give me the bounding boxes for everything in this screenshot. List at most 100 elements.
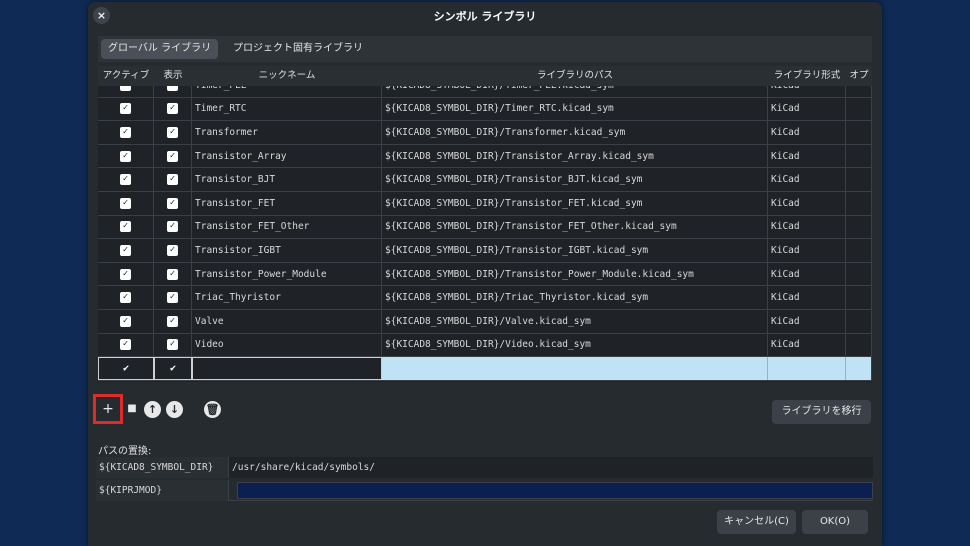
active-cell[interactable]: ✓ <box>98 286 154 309</box>
visible-checkbox[interactable]: ✓ <box>167 150 178 162</box>
cancel-button[interactable]: キャンセル(C) <box>717 510 796 534</box>
table-row[interactable]: ✓ ✓ Transistor_Array ${KICAD8_SYMBOL_DIR}/T… <box>98 144 872 169</box>
active-checkbox[interactable]: ✓ <box>120 268 131 280</box>
nickname-cell[interactable] <box>192 357 382 380</box>
options-cell[interactable] <box>846 357 872 380</box>
visible-checkbox[interactable]: ✓ <box>167 339 178 351</box>
path-cell[interactable]: ${KICAD8_SYMBOL_DIR}/Transistor_Array.ki… <box>382 144 768 168</box>
table-row[interactable]: ✓ ✓ Transistor_BJT ${KICAD8_SYMBOL_DIR}/Tra… <box>98 168 872 192</box>
migrate-libraries-button[interactable]: ライブラリを移行 <box>772 400 871 424</box>
nickname-cell[interactable]: Transistor_Power_Module <box>192 262 382 286</box>
active-cell[interactable]: ✓ <box>98 168 154 191</box>
format-cell[interactable]: KiCad <box>768 239 846 262</box>
visible-cell[interactable]: ✓ <box>154 333 192 357</box>
table-row[interactable]: ✓ ✓ Timer_RTC ${KICAD8_SYMBOL_DIR}/Timer_RT… <box>98 97 872 122</box>
ok-button[interactable]: OK(O) <box>802 510 868 534</box>
path-cell[interactable]: ${KICAD8_SYMBOL_DIR}/Timer_RTC.kicad_sym <box>382 97 768 121</box>
active-cell[interactable]: ✓ <box>98 310 154 333</box>
table-row[interactable]: ✓ ✓ Transformer ${KICAD8_SYMBOL_DIR}/Transf… <box>98 121 872 145</box>
visible-checkbox[interactable]: ✓ <box>167 268 178 280</box>
format-cell[interactable]: KiCad <box>768 286 846 309</box>
active-checkbox[interactable]: ✓ <box>120 86 131 91</box>
nickname-cell[interactable]: Valve <box>192 310 382 333</box>
visible-checkbox[interactable]: ✓ <box>167 292 178 304</box>
table-row[interactable]: ✓ ✓ Transistor_IGBT ${KICAD8_SYMBOL_DIR}/Tr… <box>98 239 872 263</box>
browse-folder-button[interactable]: ■ <box>121 398 143 420</box>
visible-cell[interactable]: ✓ <box>154 286 192 309</box>
path-variable-value[interactable]: /usr/share/kicad/symbols/ <box>229 457 873 478</box>
active-checkbox[interactable]: ✓ <box>120 150 131 162</box>
table-row[interactable]: ✓ ✓ Transistor_Power_Module ${KICAD8_SYMBOL… <box>98 262 872 287</box>
path-variable-value[interactable] <box>237 482 873 499</box>
column-header-active[interactable]: アクティブ <box>98 66 154 86</box>
visible-cell[interactable]: ✓ <box>154 86 192 97</box>
visible-checkbox[interactable]: ✓ <box>167 126 178 138</box>
tab-global-libraries[interactable]: グローバル ライブラリ <box>101 39 219 59</box>
options-cell[interactable] <box>846 121 872 144</box>
active-cell[interactable]: ✓ <box>98 262 154 286</box>
format-cell[interactable]: KiCad <box>768 168 846 191</box>
path-cell[interactable] <box>382 357 768 380</box>
active-checkbox[interactable]: ✓ <box>120 244 131 256</box>
options-cell[interactable] <box>846 215 872 239</box>
add-library-button[interactable]: + <box>93 394 123 424</box>
active-cell[interactable]: ✓ <box>98 121 154 144</box>
visible-cell[interactable]: ✓ <box>154 262 192 286</box>
options-cell[interactable] <box>846 286 872 309</box>
nickname-cell[interactable]: Transistor_Array <box>192 144 382 168</box>
active-cell[interactable]: ✓ <box>98 144 154 168</box>
visible-cell[interactable]: ✓ <box>154 239 192 262</box>
table-row[interactable]: ✓ ✓ Transistor_FET_Other ${KICAD8_SYMBOL_DI… <box>98 215 872 240</box>
options-cell[interactable] <box>846 144 872 168</box>
tab-project-libraries[interactable]: プロジェクト固有ライブラリ <box>226 39 370 59</box>
active-checkbox[interactable]: ✓ <box>120 315 131 327</box>
active-cell[interactable]: ✓ <box>98 192 154 215</box>
path-cell[interactable]: ${KICAD8_SYMBOL_DIR}/Valve.kicad_sym <box>382 310 768 333</box>
table-row[interactable]: ✓ ✓ Valve ${KICAD8_SYMBOL_DIR}/Valve.kicad_… <box>98 310 872 334</box>
visible-cell[interactable]: ✓ <box>154 121 192 144</box>
path-cell[interactable]: ${KICAD8_SYMBOL_DIR}/Transistor_IGBT.kic… <box>382 239 768 262</box>
format-cell[interactable]: KiCad <box>768 86 846 97</box>
format-cell[interactable]: KiCad <box>768 97 846 121</box>
active-checkbox[interactable]: ✓ <box>120 174 131 186</box>
path-cell[interactable]: ${KICAD8_SYMBOL_DIR}/Video.kicad_sym <box>382 333 768 357</box>
visible-checkbox[interactable]: ✓ <box>167 244 178 256</box>
nickname-cell[interactable]: Video <box>192 333 382 357</box>
options-cell[interactable] <box>846 310 872 333</box>
visible-checkbox[interactable]: ✓ <box>167 221 178 233</box>
options-cell[interactable] <box>846 168 872 191</box>
visible-cell[interactable]: ✔ <box>154 357 192 380</box>
nickname-cell[interactable]: Triac_Thyristor <box>192 286 382 309</box>
nickname-cell[interactable]: Transistor_FET_Other <box>192 215 382 239</box>
format-cell[interactable]: KiCad <box>768 310 846 333</box>
column-header-visible[interactable]: 表示 <box>154 66 192 86</box>
column-header-options[interactable]: オプ <box>846 66 872 86</box>
active-cell[interactable]: ✓ <box>98 333 154 357</box>
visible-checkbox[interactable]: ✓ <box>167 315 178 327</box>
table-row[interactable]: ✓ ✓ Video ${KICAD8_SYMBOL_DIR}/Video.kicad_… <box>98 333 872 358</box>
format-cell[interactable]: KiCad <box>768 192 846 215</box>
table-row[interactable]: ✓ ✓ Timer_PLL${KICAD8_SYMBOL_DIR}/Timer_PL… <box>98 86 872 98</box>
visible-checkbox[interactable]: ✓ <box>167 103 178 115</box>
visible-cell[interactable]: ✓ <box>154 97 192 121</box>
table-row[interactable]: ✓ ✓ Transistor_FET ${KICAD8_SYMBOL_DIR}/Tra… <box>98 192 872 216</box>
visible-checkbox[interactable]: ✓ <box>167 86 178 91</box>
visible-cell[interactable]: ✓ <box>154 192 192 215</box>
path-cell[interactable]: ${KICAD8_SYMBOL_DIR}/Timer_PLL.kicad_sym <box>382 86 768 97</box>
active-cell[interactable]: ✔ <box>98 357 154 380</box>
format-cell[interactable] <box>768 357 846 380</box>
path-cell[interactable]: ${KICAD8_SYMBOL_DIR}/Triac_Thyristor.kic… <box>382 286 768 309</box>
active-checkbox[interactable]: ✓ <box>120 103 131 115</box>
nickname-cell[interactable]: Transistor_IGBT <box>192 239 382 262</box>
format-cell[interactable]: KiCad <box>768 262 846 286</box>
column-header-path[interactable]: ライブラリのパス <box>382 66 768 86</box>
path-cell[interactable]: ${KICAD8_SYMBOL_DIR}/Transformer.kicad_s… <box>382 121 768 144</box>
move-up-button[interactable]: ↑ <box>144 401 161 418</box>
active-cell[interactable]: ✓ <box>98 215 154 239</box>
nickname-cell[interactable]: Timer_PLL <box>192 86 382 97</box>
path-cell[interactable]: ${KICAD8_SYMBOL_DIR}/Transistor_FET.kica… <box>382 192 768 215</box>
active-cell[interactable]: ✓ <box>98 86 154 97</box>
nickname-cell[interactable]: Transistor_FET <box>192 192 382 215</box>
visible-cell[interactable]: ✓ <box>154 168 192 191</box>
nickname-cell[interactable]: Transformer <box>192 121 382 144</box>
